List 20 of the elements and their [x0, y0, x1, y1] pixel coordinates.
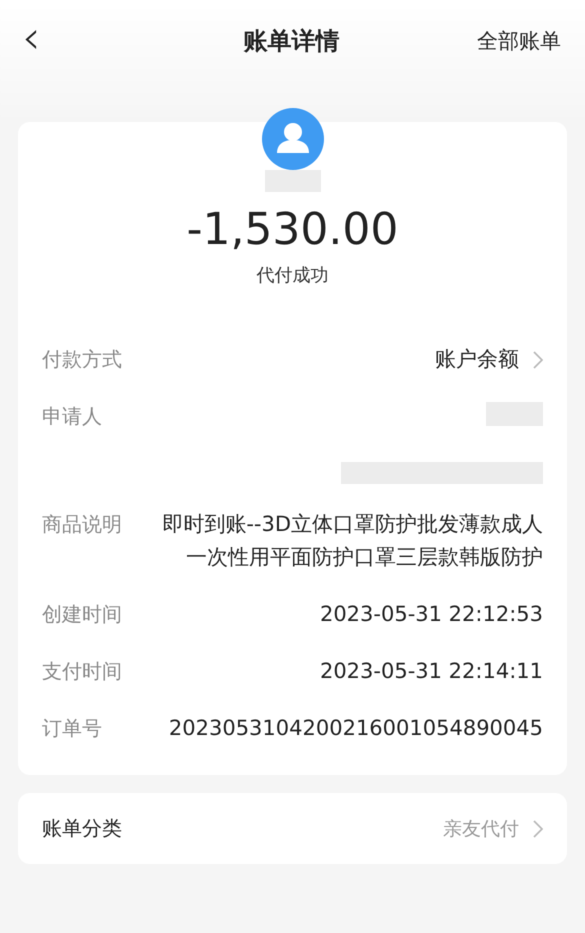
- page-title: 账单详情: [244, 26, 340, 57]
- amount: -1,530.00: [186, 204, 398, 255]
- detail-label: 付款方式: [42, 346, 122, 373]
- detail-label: 申请人: [42, 403, 102, 430]
- detail-value: 即时到账--3D立体口罩防护批发薄款成人一次性用平面防护口罩三层款韩版防护: [161, 511, 543, 571]
- detail-value: 2023-05-31 22:14:11: [320, 658, 543, 685]
- detail-label: 支付时间: [42, 658, 122, 685]
- back-button[interactable]: ‹: [22, 14, 48, 68]
- all-bills-link[interactable]: 全部账单: [477, 27, 561, 55]
- redacted-block: [264, 170, 320, 192]
- status-text: 代付成功: [256, 264, 328, 287]
- chevron-icon: [533, 350, 543, 368]
- detail-label: 订单号: [42, 715, 102, 742]
- detail-label: 商品说明: [42, 511, 122, 538]
- detail-label: 创建时间: [42, 601, 122, 628]
- payment-method-link[interactable]: 账户余额: [435, 343, 543, 376]
- detail-value: 2023053104200216001054890045: [168, 715, 543, 742]
- chevron-icon: [533, 820, 543, 838]
- detail-value: 2023-05-31 22:12:53: [320, 601, 543, 628]
- category-label: 账单分类: [42, 815, 122, 842]
